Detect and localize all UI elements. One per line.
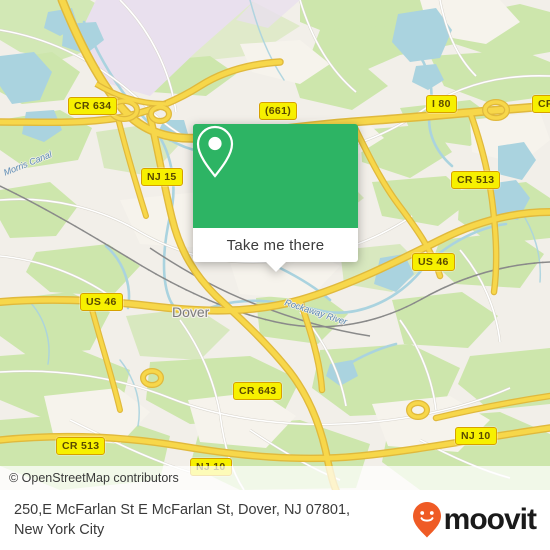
address-line-2: New York City [14,522,105,538]
address-block: 250,E McFarlan St E McFarlan St, Dover, … [0,500,412,540]
road-shield-nj-10-east[interactable]: NJ 10 [455,427,497,445]
road-shield-661[interactable]: (661) [259,102,298,120]
callout-icon-panel [193,124,358,228]
road-shield-cr-513-south[interactable]: CR 513 [56,437,106,455]
footer-bar: 250,E McFarlan St E McFarlan St, Dover, … [0,490,550,550]
road-shield-us-46-east[interactable]: US 46 [412,253,455,271]
callout-pointer [264,261,287,272]
road-shield-cr-634[interactable]: CR 634 [68,97,118,115]
callout-action-panel[interactable]: Take me there [193,228,358,272]
moovit-wordmark: moovit [443,503,537,536]
map-pin-icon [196,125,234,178]
road-shield-cr-643[interactable]: CR 643 [233,382,283,400]
address-line-1: 250,E McFarlan St E McFarlan St, Dover, … [14,502,351,518]
road-shield-nj-15[interactable]: NJ 15 [141,168,183,186]
road-shield-i-80[interactable]: I 80 [426,95,457,113]
road-shield-us-46-west[interactable]: US 46 [80,293,123,311]
location-callout-card[interactable]: Take me there [193,124,358,272]
screenshot-root: Dover Morris Canal Rockaway River CR 634… [0,0,550,550]
moovit-logo[interactable]: moovit [412,501,550,539]
map-attribution: © OpenStreetMap contributors [0,466,550,490]
take-me-there-label: Take me there [226,236,325,254]
attribution-text[interactable]: © OpenStreetMap contributors [0,471,179,485]
road-shield-cr-513-north[interactable]: CR 513 [451,171,501,189]
road-shield-cr-edge[interactable]: CR [532,95,550,113]
map-canvas[interactable]: Dover Morris Canal Rockaway River CR 634… [0,0,550,490]
moovit-pin-smile-icon [412,502,441,538]
place-label-dover: Dover [172,304,210,320]
